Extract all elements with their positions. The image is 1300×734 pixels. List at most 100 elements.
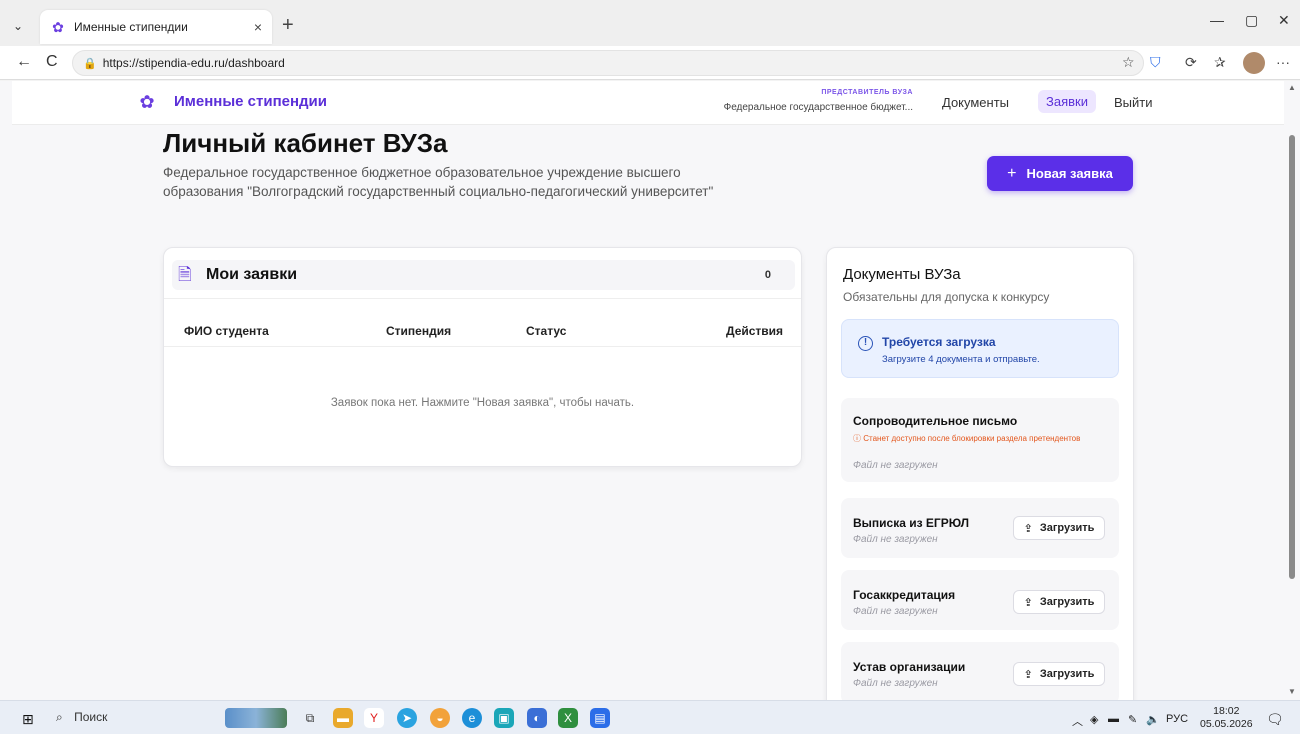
app-orange-icon[interactable]: ◒ xyxy=(430,708,450,728)
column-header-actions: Действия xyxy=(726,324,784,338)
page-viewport: ✿ Именные стипендии ПРЕДСТАВИТЕЛЬ ВУЗА Ф… xyxy=(0,81,1300,700)
nav-applications[interactable]: Заявки xyxy=(1038,90,1096,113)
close-window-button[interactable]: ✕ xyxy=(1278,12,1290,29)
document-name: Устав организации xyxy=(853,660,966,674)
document-name: Выписка из ЕГРЮЛ xyxy=(853,516,970,530)
document-item-charter: Устав организации Файл не загружен ⇪ Заг… xyxy=(841,642,1119,700)
address-bar[interactable]: 🔒 https://stipendia-edu.ru/dashboard xyxy=(72,50,1144,76)
tray-network-icon[interactable]: ◈ xyxy=(1090,713,1098,726)
tray-volume-icon[interactable]: 🔈 xyxy=(1146,713,1160,726)
documents-card: Документы ВУЗа Обязательны для допуска к… xyxy=(826,247,1134,700)
column-header-status: Статус xyxy=(526,324,567,338)
documents-title: Документы ВУЗа xyxy=(843,266,961,283)
site-logo-text[interactable]: Именные стипендии xyxy=(174,93,327,110)
profile-avatar[interactable] xyxy=(1243,52,1265,74)
app-window-icon[interactable]: ▤ xyxy=(590,708,610,728)
lock-icon: 🔒 xyxy=(83,57,97,70)
reload-button[interactable]: C xyxy=(46,53,58,71)
yandex-browser-icon[interactable]: Y xyxy=(364,708,384,728)
minimize-button[interactable]: — xyxy=(1210,12,1224,28)
taskbar-search[interactable]: ⌕ Поиск xyxy=(56,710,107,725)
upload-icon: ⇪ xyxy=(1023,596,1033,609)
browser-tab[interactable]: ✿ Именные стипендии × xyxy=(40,10,272,44)
browser-tab-bar: ⌄ ✿ Именные стипендии × + — ▢ ✕ xyxy=(0,0,1300,46)
shield-extension-icon[interactable]: ⛉ xyxy=(1150,54,1161,71)
nav-documents[interactable]: Документы xyxy=(942,95,1009,110)
taskbar-search-label: Поиск xyxy=(74,710,108,724)
document-status: Файл не загружен xyxy=(853,534,938,545)
clock-time: 18:02 xyxy=(1213,705,1240,717)
excel-icon[interactable]: X xyxy=(558,708,578,728)
applications-card-header: 🗎 Мои заявки 0 xyxy=(164,248,801,299)
windows-start-icon[interactable]: ⊞ xyxy=(22,711,34,728)
upload-button-egrul[interactable]: ⇪ Загрузить xyxy=(1013,516,1105,540)
page-subtitle: Федеральное государственное бюджетное об… xyxy=(163,165,714,199)
document-icon: 🗎 xyxy=(178,265,192,284)
upload-required-alert: ! Требуется загрузка Загрузите 4 докумен… xyxy=(841,319,1119,378)
site-favicon-icon: ✿ xyxy=(52,19,64,35)
upload-label: Загрузить xyxy=(1039,596,1095,608)
favorites-list-icon[interactable]: ✰ xyxy=(1214,54,1226,71)
site-header: ✿ Именные стипендии ПРЕДСТАВИТЕЛЬ ВУЗА Ф… xyxy=(12,81,1284,125)
logo-emblem-icon[interactable]: ✿ xyxy=(136,91,158,113)
scrollbar-thumb[interactable] xyxy=(1289,135,1295,579)
edge-browser-icon[interactable]: e xyxy=(462,708,482,728)
column-header-student: ФИО студента xyxy=(184,324,269,338)
page-scrollbar[interactable]: ▲ ▼ xyxy=(1286,81,1298,700)
telegram-icon[interactable]: ➤ xyxy=(397,708,417,728)
document-warning: ⓘ Станет доступно после блокировки разде… xyxy=(853,434,1081,443)
maximize-button[interactable]: ▢ xyxy=(1245,12,1258,29)
scroll-up-icon[interactable]: ▲ xyxy=(1288,83,1296,92)
upload-button-charter[interactable]: ⇪ Загрузить xyxy=(1013,662,1105,686)
info-icon: ! xyxy=(858,336,873,351)
new-application-label: Новая заявка xyxy=(1026,166,1113,181)
favorite-star-icon[interactable]: ☆ xyxy=(1122,54,1135,71)
clock-date: 05.05.2026 xyxy=(1200,718,1253,730)
windows-taskbar: ⊞ ⌕ Поиск ⧉ ▬ Y ➤ ◒ e ▣ ◐ X ▤ ︿ ◈ ▬ ✎ 🔈 … xyxy=(0,700,1300,734)
task-view-icon[interactable]: ⧉ xyxy=(300,708,320,728)
new-tab-button[interactable]: + xyxy=(282,14,294,37)
tab-actions-icon[interactable]: ⌄ xyxy=(6,14,30,38)
tab-close-icon[interactable]: × xyxy=(254,19,262,35)
new-application-button[interactable]: + Новая заявка xyxy=(987,156,1133,191)
store-app-icon[interactable]: ▣ xyxy=(494,708,514,728)
notifications-icon[interactable]: 🗨 xyxy=(1266,711,1284,728)
upload-label: Загрузить xyxy=(1039,668,1095,680)
document-status: Файл не загружен xyxy=(853,678,938,689)
alert-text: Загрузите 4 документа и отправьте. xyxy=(882,354,1040,365)
taskbar-clock[interactable]: 18:02 05.05.2026 xyxy=(1200,705,1253,731)
document-status: Файл не загружен xyxy=(853,606,938,617)
search-icon: ⌕ xyxy=(56,710,63,724)
scroll-down-icon[interactable]: ▼ xyxy=(1288,687,1296,696)
document-name: Сопроводительное письмо xyxy=(853,414,1018,428)
applications-card: 🗎 Мои заявки 0 ФИО студента Стипендия Ст… xyxy=(163,247,802,467)
representative-label: ПРЕДСТАВИТЕЛЬ ВУЗА xyxy=(821,89,913,96)
file-explorer-icon[interactable]: ▬ xyxy=(333,708,353,728)
browser-menu-icon[interactable]: ··· xyxy=(1276,54,1290,70)
alert-title: Требуется загрузка xyxy=(882,335,996,349)
upload-button-accreditation[interactable]: ⇪ Загрузить xyxy=(1013,590,1105,614)
document-item-egrul: Выписка из ЕГРЮЛ Файл не загружен ⇪ Загр… xyxy=(841,498,1119,558)
upload-label: Загрузить xyxy=(1039,522,1095,534)
document-item-accreditation: Госаккредитация Файл не загружен ⇪ Загру… xyxy=(841,570,1119,630)
applications-count-badge: 0 xyxy=(764,269,771,281)
tray-battery-icon[interactable]: ▬ xyxy=(1108,713,1119,725)
document-status: Файл не загружен xyxy=(853,460,938,471)
representative-org: Федеральное государственное бюджет... xyxy=(723,102,913,113)
upload-icon: ⇪ xyxy=(1023,522,1033,535)
tray-pen-icon[interactable]: ✎ xyxy=(1128,713,1137,726)
upload-icon: ⇪ xyxy=(1023,668,1033,681)
applications-title: Мои заявки xyxy=(206,266,298,283)
page-title: Личный кабинет ВУЗа xyxy=(163,128,448,158)
plus-icon: + xyxy=(1007,164,1017,182)
tray-language[interactable]: РУС xyxy=(1166,713,1188,725)
document-item-cover-letter: Сопроводительное письмо ⓘ Станет доступн… xyxy=(841,398,1119,482)
extensions-icon[interactable]: ⟳ xyxy=(1185,54,1197,71)
back-button[interactable]: ← xyxy=(16,53,32,71)
column-header-scholarship: Стипендия xyxy=(386,324,452,338)
app-blue-icon[interactable]: ◐ xyxy=(527,708,547,728)
widgets-weather-icon[interactable] xyxy=(225,708,287,728)
table-header-divider xyxy=(164,346,801,347)
nav-logout[interactable]: Выйти xyxy=(1114,95,1153,110)
tray-overflow-icon[interactable]: ︿ xyxy=(1072,713,1083,729)
